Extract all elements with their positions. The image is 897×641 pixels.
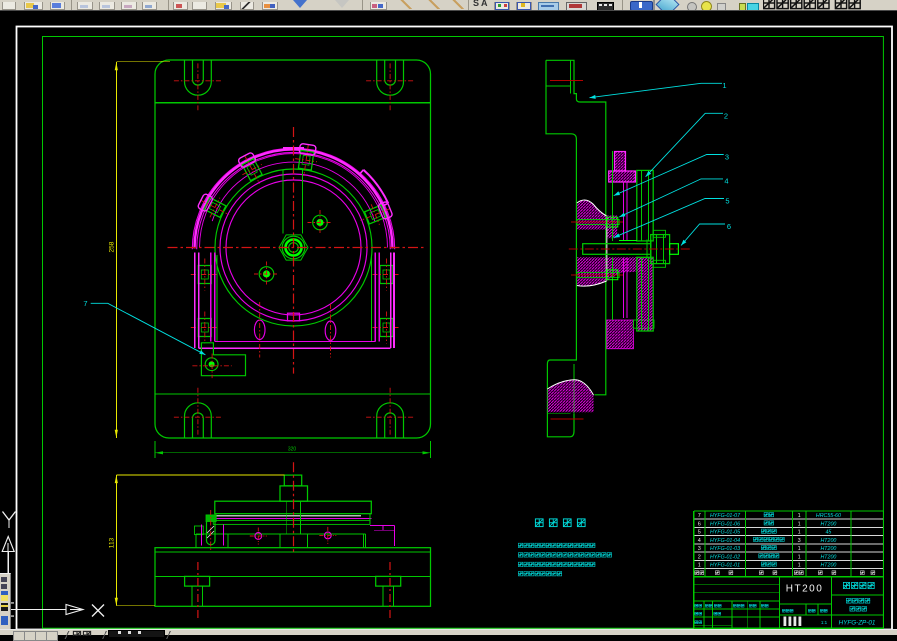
svg-text:3: 3 [798,538,801,544]
svg-text:HT200: HT200 [820,554,836,560]
svg-text:HT200: HT200 [820,563,836,569]
svg-text:1: 1 [798,546,801,552]
svg-text:HT200: HT200 [820,546,836,552]
svg-text:1:1: 1:1 [821,620,828,625]
svg-text:1: 1 [798,513,801,519]
svg-text:1: 1 [798,530,801,536]
svg-text:HYFG-01-02: HYFG-01-02 [710,554,740,560]
svg-text:1: 1 [698,563,701,569]
svg-text:HYFG-01-05: HYFG-01-05 [710,530,740,536]
svg-text:HT200: HT200 [786,584,824,595]
svg-text:HRC55-60: HRC55-60 [816,513,841,519]
svg-text:HYFG-01-04: HYFG-01-04 [710,538,740,544]
svg-text:HT200: HT200 [820,538,836,544]
svg-text:HYFG-01-06: HYFG-01-06 [710,521,740,527]
svg-text:1: 1 [798,521,801,527]
svg-text:1: 1 [798,554,801,560]
svg-text:1: 1 [722,81,726,90]
svg-text:1: 1 [798,563,801,569]
svg-text:3: 3 [698,546,701,552]
svg-text:258: 258 [109,241,116,252]
svg-text:2: 2 [724,112,728,121]
svg-text:HYFG-ZP-01: HYFG-ZP-01 [839,620,876,627]
svg-text:HYFG-01-03: HYFG-01-03 [710,546,740,552]
svg-text:7: 7 [83,299,87,308]
svg-text:5: 5 [725,197,729,206]
svg-text:2: 2 [698,554,701,560]
svg-text:113: 113 [109,537,116,548]
svg-text:HT200: HT200 [820,521,836,527]
svg-text:HYFG-01-07: HYFG-01-07 [710,513,741,519]
svg-text:6: 6 [727,222,731,231]
svg-text:5: 5 [698,530,701,536]
svg-text:3: 3 [725,153,729,162]
svg-text:320: 320 [288,447,297,453]
svg-text:4: 4 [698,538,701,544]
svg-text:45: 45 [825,530,831,536]
svg-text:HYFG-01-01: HYFG-01-01 [710,563,740,569]
svg-text:7: 7 [698,513,701,519]
svg-text:4: 4 [724,177,728,186]
svg-text:6: 6 [698,521,701,527]
